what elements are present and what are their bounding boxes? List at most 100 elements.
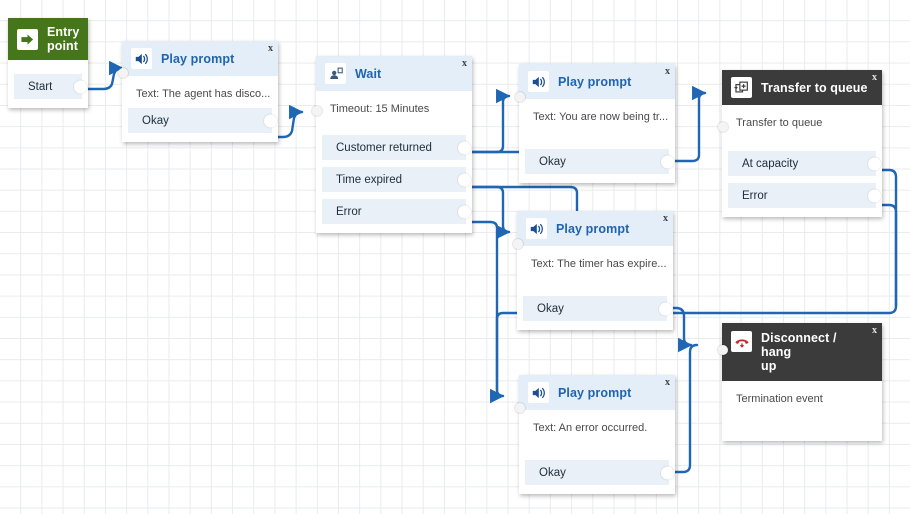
play-prompt-header: Play prompt x [517, 211, 673, 246]
node-disconnect-hang-up[interactable]: Disconnect / hang up x Termination event [722, 323, 882, 441]
close-icon[interactable]: x [872, 72, 877, 83]
input-port[interactable] [513, 239, 523, 249]
branch-at-capacity[interactable]: At capacity [728, 151, 876, 176]
output-port[interactable] [458, 141, 471, 154]
branch-label: At capacity [742, 158, 798, 170]
branch-label: Time expired [336, 174, 402, 186]
output-port[interactable] [264, 114, 277, 127]
node-body: Text: The timer has expire... Okay [517, 246, 673, 330]
speaker-icon [526, 218, 547, 239]
input-port[interactable] [118, 68, 128, 78]
output-port[interactable] [661, 466, 674, 479]
node-title: Play prompt [558, 75, 631, 89]
node-title: Wait [355, 67, 381, 81]
disconnect-header: Disconnect / hang up x [722, 323, 882, 381]
node-play-prompt-timer-expired[interactable]: Play prompt x Text: The timer has expire… [517, 211, 673, 330]
entry-point-header: Entry point [8, 18, 88, 60]
node-play-prompt-error[interactable]: Play prompt x Text: An error occurred. O… [519, 375, 675, 494]
branch-label: Start [28, 81, 52, 93]
input-port[interactable] [312, 106, 322, 116]
node-body: Termination event [722, 381, 882, 441]
speaker-icon [131, 48, 152, 69]
transfer-queue-header: Transfer to queue x [722, 70, 882, 105]
node-description: Text: An error occurred. [519, 410, 675, 442]
node-description: Text: You are now being tr... [519, 99, 675, 131]
output-port[interactable] [868, 189, 881, 202]
branch-label: Okay [539, 467, 566, 479]
wire-wait-error [466, 222, 503, 396]
node-description: Text: The timer has expire... [517, 246, 673, 278]
wire-timer-to-disconnect [671, 308, 691, 345]
branch-okay[interactable]: Okay [128, 108, 272, 133]
speaker-icon [528, 382, 549, 403]
transfer-queue-icon [731, 77, 752, 98]
output-port[interactable] [74, 80, 87, 93]
node-play-prompt-transferring[interactable]: Play prompt x Text: You are now being tr… [519, 64, 675, 183]
flow-canvas[interactable]: Entry point Start Play p [0, 0, 910, 514]
entry-point-body: Start [8, 60, 88, 108]
input-port[interactable] [718, 345, 728, 355]
close-icon[interactable]: x [462, 58, 467, 69]
entry-point-branches: Start [8, 74, 88, 108]
output-port[interactable] [458, 173, 471, 186]
node-title: Transfer to queue [761, 81, 868, 95]
node-body: Text: You are now being tr... Okay [519, 99, 675, 183]
node-description: Text: The agent has disco... [122, 76, 278, 108]
node-title: Disconnect / hang up [761, 331, 874, 373]
wire-wait-customer-returned-seg [466, 96, 509, 152]
node-play-prompt-agent-disconnected[interactable]: Play prompt x Text: The agent has disco.… [122, 41, 278, 142]
node-title: Play prompt [556, 222, 629, 236]
branch-okay[interactable]: Okay [525, 460, 669, 485]
branch-error[interactable]: Error [322, 199, 466, 224]
node-title: Play prompt [558, 386, 631, 400]
wire-start-to-play1 [85, 68, 122, 89]
wire-queueerror-to-disconnect [881, 205, 896, 306]
node-body: Text: An error occurred. Okay [519, 410, 675, 494]
play-prompt-header: Play prompt x [519, 375, 675, 410]
node-branches: Okay [519, 442, 675, 494]
node-transfer-to-queue[interactable]: Transfer to queue x Transfer to queue At… [722, 70, 882, 217]
close-icon[interactable]: x [665, 377, 670, 388]
close-icon[interactable]: x [663, 213, 668, 224]
output-port[interactable] [661, 155, 674, 168]
branch-error[interactable]: Error [728, 183, 876, 208]
arrow-right-icon [17, 29, 38, 50]
node-description: Transfer to queue [722, 105, 882, 137]
wire-wait-time-expired-2 [466, 187, 509, 232]
node-description: Termination event [722, 381, 882, 413]
branch-okay[interactable]: Okay [523, 296, 667, 321]
wire-transferring-to-queue [673, 93, 705, 161]
node-entry-point[interactable]: Entry point Start [8, 18, 88, 108]
output-port[interactable] [659, 302, 672, 315]
input-port[interactable] [515, 403, 525, 413]
entry-point-title-line1: Entry [47, 25, 79, 39]
node-branches: Okay [517, 278, 673, 330]
play-prompt-header: Play prompt x [122, 41, 278, 76]
close-icon[interactable]: x [665, 66, 670, 77]
branch-time-expired[interactable]: Time expired [322, 167, 466, 192]
node-title: Play prompt [161, 52, 234, 66]
branch-label: Okay [142, 115, 169, 127]
spacer [8, 60, 88, 74]
disconnect-title-line2: up [761, 359, 776, 373]
node-branches: At capacity Error [722, 137, 882, 217]
phone-hangup-icon [731, 331, 752, 352]
node-branches: Customer returned Time expired Error [316, 123, 472, 233]
branch-okay[interactable]: Okay [525, 149, 669, 174]
branch-label: Okay [539, 156, 566, 168]
entry-point-title-line2: point [47, 39, 78, 53]
output-port[interactable] [868, 157, 881, 170]
node-body: Transfer to queue At capacity Error [722, 105, 882, 217]
node-branches: Okay [519, 131, 675, 183]
output-port[interactable] [458, 205, 471, 218]
input-port[interactable] [718, 122, 728, 132]
close-icon[interactable]: x [872, 325, 877, 336]
play-prompt-header: Play prompt x [519, 64, 675, 99]
close-icon[interactable]: x [268, 43, 273, 54]
node-wait[interactable]: Wait x Timeout: 15 Minutes Customer retu… [316, 56, 472, 233]
branch-start[interactable]: Start [14, 74, 82, 99]
input-port[interactable] [515, 92, 525, 102]
node-branches: Okay [122, 108, 278, 142]
branch-label: Error [336, 206, 362, 218]
branch-customer-returned[interactable]: Customer returned [322, 135, 466, 160]
